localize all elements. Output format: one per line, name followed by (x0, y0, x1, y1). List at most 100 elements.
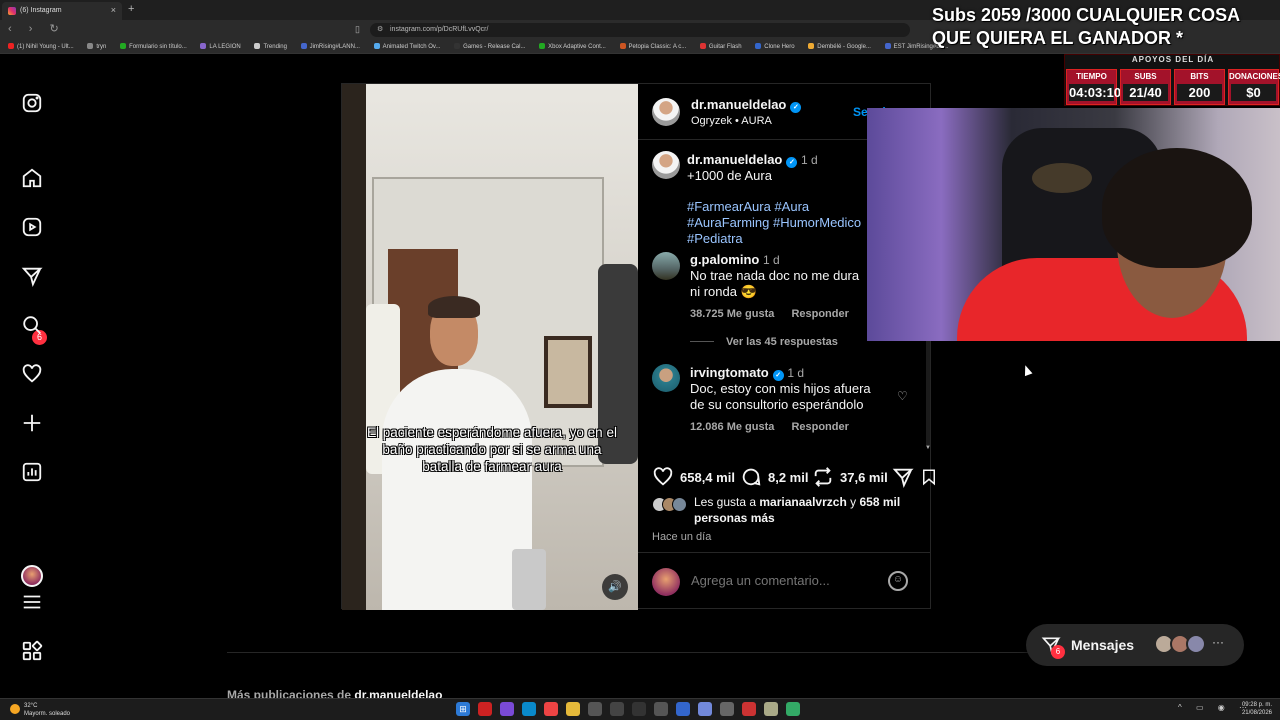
reels-icon[interactable] (20, 215, 44, 239)
repost-button[interactable]: 37,6 mil (812, 465, 888, 489)
comment-username[interactable]: irvingtomato ✓ 1 d (690, 365, 804, 381)
emoji-icon[interactable]: ☺ (888, 571, 908, 591)
bookmark-item[interactable]: Games - Release Cal... (454, 43, 525, 50)
reply-button[interactable]: Responder (791, 421, 848, 433)
home-icon[interactable] (20, 166, 44, 190)
like-comment-icon[interactable]: ♡ (897, 389, 909, 403)
verified-icon: ✓ (772, 370, 784, 381)
settings-icon[interactable] (720, 702, 734, 716)
bookmark-item[interactable]: Animated Twitch Ov... (373, 43, 440, 50)
bookmark-item[interactable]: Xbox Adaptive Cont... (539, 43, 606, 50)
bookmark-item[interactable]: JimRising#LANN... (300, 43, 360, 50)
app-icon[interactable] (588, 702, 602, 716)
tab-title: (6) Instagram (20, 7, 62, 14)
reply-button[interactable]: Responder (791, 308, 848, 320)
messages-button[interactable]: 6 Mensajes ··· (1026, 624, 1244, 666)
reel-video[interactable]: El paciente esperándome afuera, yo en el… (342, 84, 638, 610)
site-info-icon[interactable]: ⚙ (377, 25, 383, 33)
save-button[interactable] (920, 465, 944, 489)
more-apps-icon[interactable] (20, 639, 44, 663)
sun-icon (10, 704, 20, 714)
browser-nav-icons[interactable]: ‹ › ↻ (8, 22, 66, 35)
bookmark-item[interactable]: Guitar Flash (699, 43, 742, 50)
commenter-avatar[interactable] (652, 364, 680, 392)
url-text: instagram.com/p/DcRUfLvvQcr/ (390, 26, 489, 33)
comment-meta: 12.086 Me gusta Responder (690, 421, 863, 433)
commenter-avatar[interactable] (652, 252, 680, 280)
video-caption: El paciente esperándome afuera, yo en el… (367, 425, 617, 474)
app-icon[interactable] (764, 702, 778, 716)
menu-hamburger-icon[interactable] (20, 590, 44, 614)
audio-label[interactable]: Ogryzek • AURA (691, 115, 772, 127)
share-icon (892, 468, 914, 488)
comment-button[interactable]: 8,2 mil (740, 465, 808, 489)
bookmark-item[interactable]: Petopia Classic: A c... (619, 43, 686, 50)
messages-label: Mensajes (1071, 637, 1135, 653)
search-icon[interactable] (20, 313, 44, 337)
like-button[interactable]: 658,4 mil (652, 465, 735, 489)
hashtag-link[interactable]: #FarmearAura (687, 199, 771, 214)
edge-icon[interactable] (522, 702, 536, 716)
repost-icon (814, 467, 832, 487)
weather-widget[interactable]: 32°C Mayorm. soleado (10, 702, 70, 718)
bookmark-item[interactable]: Trending (254, 43, 287, 50)
volume-icon[interactable]: 🔊 (602, 574, 628, 600)
author-avatar[interactable] (652, 98, 680, 126)
bookmark-item[interactable]: LA LEGION (200, 43, 241, 50)
dashboard-icon[interactable] (20, 460, 44, 484)
bookmark-icon[interactable]: ▯ (355, 24, 360, 35)
bookmark-item[interactable]: Dembélé - Google... (808, 43, 871, 50)
url-field[interactable]: ⚙ instagram.com/p/DcRUfLvvQcr/ (370, 23, 910, 37)
app-icon[interactable] (610, 702, 624, 716)
browser-tab[interactable]: (6) Instagram × (2, 2, 122, 20)
mouse-cursor (1021, 363, 1033, 377)
app-icon[interactable] (632, 702, 646, 716)
comment-text: No trae nada doc no me dura ni ronda 😎 (690, 268, 860, 299)
comment-icon (742, 468, 761, 486)
create-plus-icon[interactable] (20, 411, 44, 435)
share-button[interactable] (892, 465, 920, 489)
clock[interactable]: 09:28 p. m. 21/08/2026 (1238, 701, 1272, 717)
hashtag-link[interactable]: #Pediatra (687, 231, 743, 246)
app-icon[interactable] (742, 702, 756, 716)
discord-icon[interactable] (698, 702, 712, 716)
divider (227, 652, 1037, 653)
direct-messages-icon[interactable] (20, 264, 44, 288)
bookmark-icon (923, 469, 935, 486)
stat-box-subs: SUBS 21/40 (1120, 69, 1171, 105)
comment-username[interactable]: g.palomino 1 d (690, 252, 780, 267)
app-icon[interactable] (676, 702, 690, 716)
bookmark-item[interactable]: (1) Nihil Young - Ult... (8, 43, 74, 50)
author-username[interactable]: dr.manueldelao ✓ (691, 97, 802, 113)
folder-icon[interactable] (566, 702, 580, 716)
stat-box-bits: BITS 200 (1174, 69, 1225, 105)
new-tab-icon[interactable]: + (128, 3, 134, 15)
caption-username[interactable]: dr.manueldelao ✓ 1 d (687, 152, 818, 168)
bookmark-item[interactable]: tryn (87, 43, 106, 50)
notifications-heart-icon[interactable] (20, 362, 44, 386)
comment-input[interactable] (691, 573, 871, 588)
app-icon[interactable] (786, 702, 800, 716)
windows-start-icon[interactable]: ⊞ (456, 702, 470, 716)
bookmark-item[interactable]: Formulario sin título... (120, 43, 187, 50)
view-replies-button[interactable]: Ver las 45 respuestas (690, 336, 838, 348)
caption-avatar[interactable] (652, 151, 680, 179)
app-icon[interactable] (500, 702, 514, 716)
instagram-logo-icon[interactable] (20, 91, 44, 115)
hashtag-link[interactable]: #AuraFarming (687, 215, 769, 230)
instagram-sidebar: 6 (0, 55, 64, 695)
profile-avatar[interactable] (21, 565, 43, 587)
brave-icon[interactable] (544, 702, 558, 716)
instagram-favicon-icon (8, 7, 16, 15)
hashtag-link[interactable]: #Aura (774, 199, 809, 214)
heart-icon (653, 467, 673, 486)
post-modal: El paciente esperándome afuera, yo en el… (341, 83, 935, 610)
comment-text: Doc, estoy con mis hijos afuera de su co… (690, 381, 871, 412)
liked-by-avatars[interactable] (652, 497, 692, 515)
bookmark-item[interactable]: Clone Hero (755, 43, 795, 50)
app-icon[interactable] (654, 702, 668, 716)
hashtag-link[interactable]: #HumorMedico (773, 215, 861, 230)
picture-frame (544, 336, 592, 408)
close-tab-icon[interactable]: × (111, 5, 116, 15)
app-icon[interactable] (478, 702, 492, 716)
